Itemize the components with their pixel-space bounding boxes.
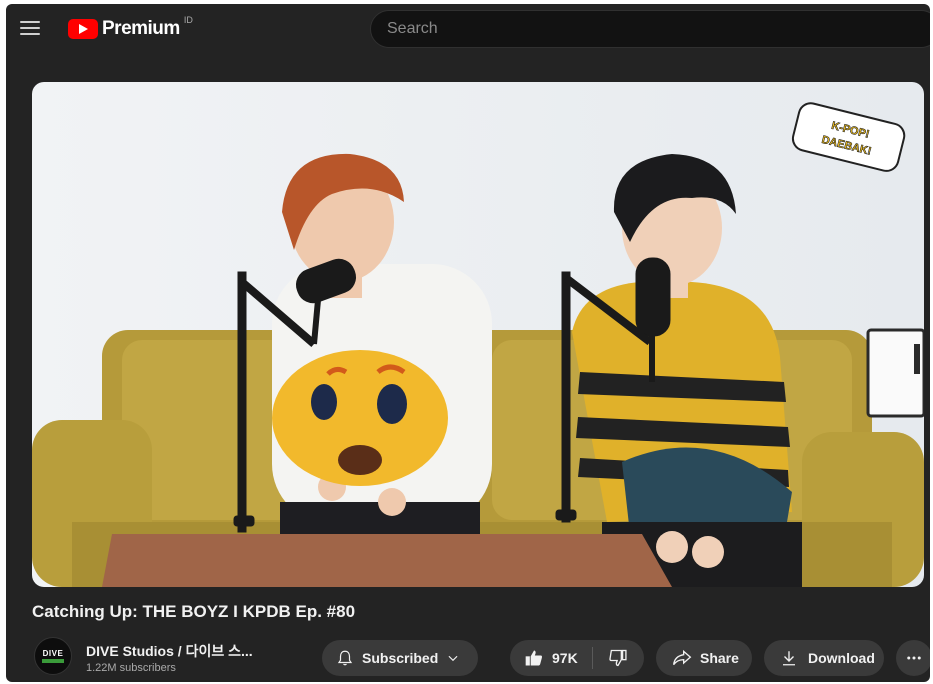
- channel-name[interactable]: DIVE Studios / 다이브 스...: [86, 641, 253, 661]
- download-icon: [783, 651, 795, 666]
- search-bar[interactable]: [370, 10, 930, 48]
- channel-row: DIVE DIVE Studios / 다이브 스... 1.22M subsc…: [32, 634, 930, 678]
- region-code: ID: [183, 15, 193, 25]
- avatar-text: DIVE: [42, 649, 64, 658]
- video-player[interactable]: K-POP! DAEBAK!: [32, 82, 924, 587]
- subscribed-label: Subscribed: [362, 650, 439, 666]
- more-actions-button[interactable]: [896, 640, 930, 676]
- youtube-premium-logo[interactable]: Premium ID: [68, 15, 193, 42]
- video-frame-image: K-POP! DAEBAK!: [32, 82, 924, 587]
- download-label: Download: [808, 650, 875, 666]
- like-count: 97K: [552, 650, 578, 666]
- share-button[interactable]: Share: [656, 640, 752, 676]
- hamburger-menu-icon[interactable]: [20, 20, 40, 36]
- more-horizontal-icon: [907, 656, 921, 660]
- channel-avatar[interactable]: DIVE: [34, 637, 72, 675]
- chevron-down-icon: [448, 655, 458, 662]
- share-label: Share: [700, 650, 739, 666]
- youtube-logo-icon: [68, 19, 98, 39]
- subscriber-count: 1.22M subscribers: [86, 662, 176, 674]
- like-button[interactable]: 97K: [510, 640, 592, 676]
- share-arrow-icon: [673, 649, 692, 666]
- download-button[interactable]: Download: [764, 640, 884, 676]
- avatar-stripe: [42, 659, 64, 663]
- youtube-window: Premium ID Search K-POP! DAEBAK! Catchin…: [6, 4, 930, 682]
- thumbs-down-icon: [609, 649, 627, 667]
- dislike-button[interactable]: [593, 640, 643, 676]
- like-dislike-group: 97K: [510, 640, 644, 676]
- subscribed-button[interactable]: Subscribed: [322, 640, 478, 676]
- bell-icon: [337, 650, 353, 666]
- search-input[interactable]: [371, 11, 930, 47]
- video-title: Catching Up: THE BOYZ I KPDB Ep. #80: [32, 602, 356, 621]
- top-bar: Premium ID: [6, 4, 930, 54]
- logo-text: Premium: [102, 18, 180, 39]
- thumbs-up-icon: [525, 650, 542, 666]
